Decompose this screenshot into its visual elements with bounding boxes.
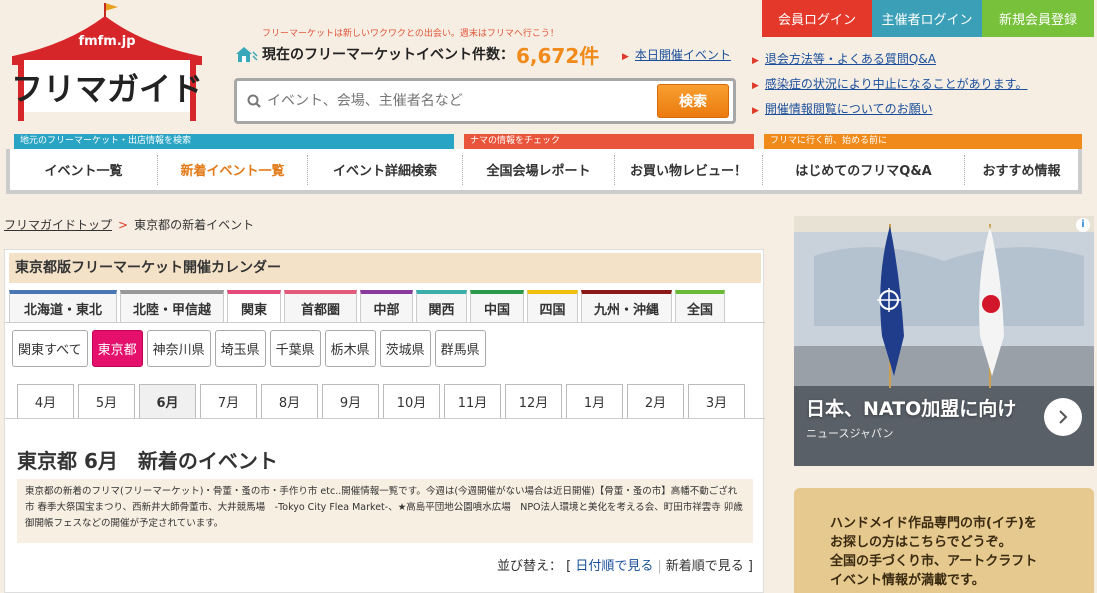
news-ad[interactable]: i 日本、NATO加盟に向け ニュースジャパン bbox=[794, 216, 1094, 466]
region-tab[interactable]: 北海道・東北 bbox=[9, 290, 117, 322]
banner-line: 全国の手づくり市、アートクラフト bbox=[830, 554, 1038, 569]
month-tab[interactable]: 12月 bbox=[505, 384, 562, 418]
triangle-icon: ▶ bbox=[752, 56, 759, 66]
sort-by-new-link[interactable]: 新着順で見る bbox=[666, 559, 744, 574]
month-divider bbox=[5, 418, 765, 419]
today-events-link[interactable]: ▶ 本日開催イベント bbox=[622, 46, 731, 63]
nav-label-search: 地元のフリーマーケット・出店情報を検索 bbox=[14, 134, 454, 149]
faq-link[interactable]: ▶ 退会方法等・よくある質問Q&A bbox=[752, 50, 1027, 67]
month-tab[interactable]: 4月 bbox=[17, 384, 74, 418]
month-tab[interactable]: 9月 bbox=[322, 384, 379, 418]
search-input[interactable] bbox=[267, 93, 647, 109]
logo-main-text: フリマガイド bbox=[11, 70, 203, 108]
tagline: フリーマーケットは新しいワクワクとの出会い。週末はフリマへ行こう！ bbox=[262, 29, 559, 39]
region-tab[interactable]: 中国 bbox=[470, 290, 524, 322]
region-tab[interactable]: 九州・沖縄 bbox=[581, 290, 672, 322]
nav-section-labels: 地元のフリーマーケット・出店情報を検索 ナマの情報をチェック フリマに行く前、始… bbox=[14, 134, 1082, 149]
sort-bracket-open: [ bbox=[566, 559, 572, 574]
nav-detail-search[interactable]: イベント詳細検索 bbox=[308, 154, 463, 185]
banner-line: イベント情報が満載です。 bbox=[830, 573, 985, 588]
event-count: 現在のフリーマーケットイベント件数： 6,672件 bbox=[234, 42, 600, 68]
sort-divider: | bbox=[657, 559, 662, 574]
month-tab[interactable]: 11月 bbox=[444, 384, 501, 418]
nav-new-events[interactable]: 新着イベント一覧 bbox=[158, 154, 308, 185]
ad-source: ニュースジャパン bbox=[806, 427, 894, 440]
sort-by-date-link[interactable]: 日付順で見る bbox=[575, 559, 653, 574]
site-logo[interactable]: fmfm.jp フリマガイド bbox=[8, 0, 208, 125]
nav-label-check: ナマの情報をチェック bbox=[464, 134, 754, 149]
banner-line: ハンドメイド作品専門の市(イチ)を bbox=[830, 516, 1037, 531]
banner-line: お探しの方はこちらでどうぞ。 bbox=[830, 535, 1012, 550]
region-tab[interactable]: 中部 bbox=[360, 290, 413, 322]
triangle-icon: ▶ bbox=[752, 81, 759, 91]
pref-button[interactable]: 埼玉県 bbox=[214, 330, 266, 367]
month-tab[interactable]: 5月 bbox=[78, 384, 135, 418]
handmade-banner[interactable]: ハンドメイド作品専門の市(イチ)を お探しの方はこちらでどうぞ。 全国の手づくり… bbox=[794, 488, 1094, 593]
prefecture-filter: 関東すべて 東京都 神奈川県 埼玉県 千葉県 栃木県 茨城県 群馬県 bbox=[12, 330, 486, 367]
sort-label: 並び替え： bbox=[496, 559, 562, 574]
chevron-right-icon bbox=[1059, 410, 1068, 424]
search-icon bbox=[247, 94, 261, 108]
month-tabs: 4月 5月 6月 7月 8月 9月 10月 11月 12月 1月 2月 3月 bbox=[17, 384, 745, 418]
event-description: 東京都の新着のフリマ(フリーマーケット)・骨董・蚤の市・手作り市 etc..開催… bbox=[17, 479, 753, 543]
month-tab[interactable]: 3月 bbox=[688, 384, 745, 418]
nav-venue-report[interactable]: 全国会場レポート bbox=[463, 154, 615, 185]
ad-title: 日本、NATO加盟に向け bbox=[806, 398, 1017, 420]
auth-buttons: 会員ログイン 主催者ログイン 新規会員登録 bbox=[762, 0, 1094, 37]
breadcrumb-separator: > bbox=[118, 218, 129, 232]
breadcrumb: フリマガイドトップ > 東京都の新着イベント bbox=[4, 216, 254, 233]
today-events-label: 本日開催イベント bbox=[634, 48, 731, 62]
search-box: 検索 bbox=[234, 78, 736, 124]
triangle-icon: ▶ bbox=[752, 106, 759, 116]
region-tab[interactable]: 関東 bbox=[227, 290, 281, 322]
event-count-label: 現在のフリーマーケットイベント件数： bbox=[262, 47, 514, 63]
region-tab[interactable]: 四国 bbox=[527, 290, 578, 322]
region-tab[interactable]: 関西 bbox=[416, 290, 467, 322]
nav-label-guide: フリマに行く前、始める前に bbox=[764, 134, 1082, 149]
month-tab[interactable]: 6月 bbox=[139, 384, 196, 418]
main-nav: イベント一覧 新着イベント一覧 イベント詳細検索 全国会場レポート お買い物レビ… bbox=[6, 149, 1082, 194]
pref-button[interactable]: 東京都 bbox=[91, 330, 143, 367]
ad-info-icon[interactable]: i bbox=[1076, 218, 1090, 232]
calendar-title: 東京都版フリーマーケット開催カレンダー bbox=[9, 253, 761, 283]
month-tab[interactable]: 1月 bbox=[566, 384, 623, 418]
month-tab[interactable]: 7月 bbox=[200, 384, 257, 418]
sort-controls: 並び替え： [ 日付順で見る | 新着順で見る ] bbox=[497, 555, 753, 574]
event-heading: 東京都 6月 新着のイベント bbox=[17, 449, 278, 473]
home-icon bbox=[236, 47, 258, 62]
info-links: ▶ 退会方法等・よくある質問Q&A ▶ 感染症の状況により中止になることがあります。… bbox=[752, 50, 1027, 125]
pref-button[interactable]: 千葉県 bbox=[269, 330, 321, 367]
nav-event-list[interactable]: イベント一覧 bbox=[10, 154, 158, 185]
triangle-icon: ▶ bbox=[622, 52, 629, 62]
search-button[interactable]: 検索 bbox=[657, 84, 729, 118]
nav-recommend[interactable]: おすすめ情報 bbox=[965, 155, 1078, 185]
breadcrumb-current: 東京都の新着イベント bbox=[134, 218, 255, 232]
region-tab[interactable]: 全国 bbox=[675, 290, 725, 322]
pref-button[interactable]: 群馬県 bbox=[434, 330, 486, 367]
logo-sub-text: fmfm.jp bbox=[78, 34, 135, 49]
pref-button[interactable]: 関東すべて bbox=[12, 330, 88, 367]
ad-next-button[interactable] bbox=[1044, 398, 1082, 436]
host-login-button[interactable]: 主催者ログイン bbox=[872, 0, 982, 37]
breadcrumb-home[interactable]: フリマガイドトップ bbox=[4, 218, 112, 232]
pref-button[interactable]: 栃木県 bbox=[324, 330, 376, 367]
event-count-value: 6,672件 bbox=[516, 43, 600, 68]
cancel-notice-link[interactable]: ▶ 感染症の状況により中止になることがあります。 bbox=[752, 75, 1027, 92]
region-tab[interactable]: 首都圏 bbox=[284, 290, 357, 322]
region-divider bbox=[5, 322, 765, 323]
month-tab[interactable]: 10月 bbox=[383, 384, 440, 418]
sort-bracket-close: ] bbox=[747, 559, 753, 574]
pref-button[interactable]: 茨城県 bbox=[379, 330, 431, 367]
nav-shopping-review[interactable]: お買い物レビュー！ bbox=[615, 154, 763, 185]
calendar-panel: 東京都版フリーマーケット開催カレンダー 北海道・東北 北陸・甲信越 関東 首都圏… bbox=[4, 249, 765, 593]
region-tab[interactable]: 北陸・甲信越 bbox=[120, 290, 224, 322]
region-tabs: 北海道・東北 北陸・甲信越 関東 首都圏 中部 関西 中国 四国 九州・沖縄 全… bbox=[9, 290, 761, 322]
month-tab[interactable]: 8月 bbox=[261, 384, 318, 418]
viewing-request-link[interactable]: ▶ 開催情報閲覧についてのお願い bbox=[752, 100, 1027, 117]
nav-beginner-qa[interactable]: はじめてのフリマQ&A bbox=[763, 154, 965, 185]
register-button[interactable]: 新規会員登録 bbox=[982, 0, 1094, 37]
member-login-button[interactable]: 会員ログイン bbox=[762, 0, 872, 37]
month-tab[interactable]: 2月 bbox=[627, 384, 684, 418]
pref-button[interactable]: 神奈川県 bbox=[146, 330, 211, 367]
